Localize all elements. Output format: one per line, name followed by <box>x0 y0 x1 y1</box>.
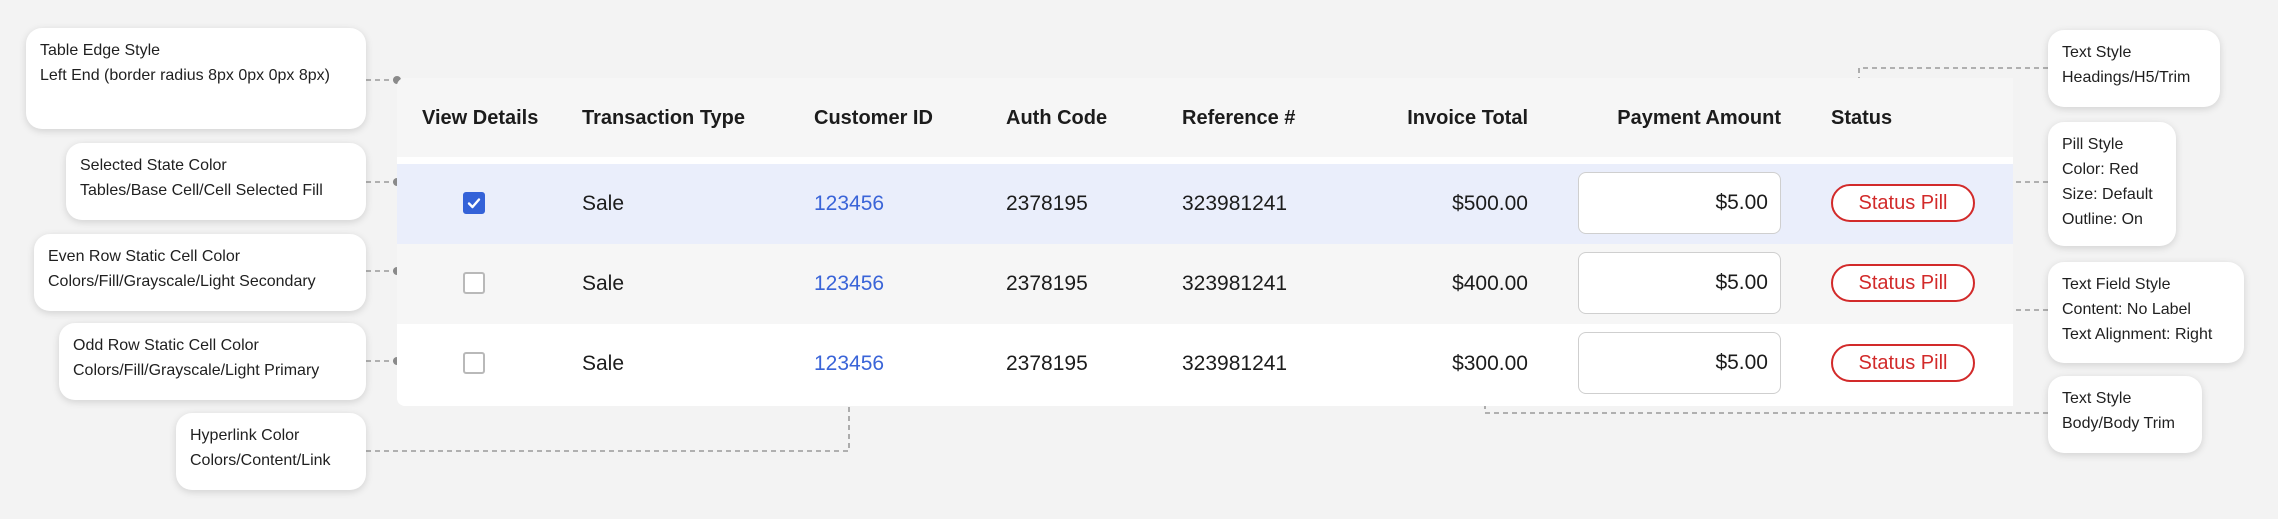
header-payment-amount: Payment Amount <box>1617 107 1781 129</box>
cell-reference: 323981241 <box>1182 352 1288 375</box>
cell-reference: 323981241 <box>1182 272 1288 295</box>
callout-detail: Colors/Content/Link <box>190 452 331 469</box>
customer-id-link[interactable]: 123456 <box>814 352 884 376</box>
callout-even-row-color: Even Row Static Cell Color Colors/Fill/G… <box>34 234 366 311</box>
header-auth-code: Auth Code <box>1006 107 1108 129</box>
table-row[interactable]: Sale 123456 2378195 323981241 $300.00 St… <box>397 324 2013 404</box>
status-pill: Status Pill <box>1831 264 1975 302</box>
callout-heading-text-style: Text Style Headings/H5/Trim <box>2048 30 2220 107</box>
callout-title: Hyperlink Color <box>190 427 300 444</box>
callout-title: Table Edge Style <box>40 42 161 59</box>
callout-detail: Color: Red <box>2062 161 2139 178</box>
callout-detail: Colors/Fill/Grayscale/Light Secondary <box>48 273 316 290</box>
cell-transaction-type: Sale <box>582 352 625 375</box>
cell-auth-code: 2378195 <box>1006 192 1088 215</box>
callout-detail: Headings/H5/Trim <box>2062 69 2191 86</box>
callout-detail: Tables/Base Cell/Cell Selected Fill <box>80 182 323 199</box>
table-row[interactable]: Sale 123456 2378195 323981241 $500.00 St… <box>397 164 2013 244</box>
header-transaction-type: Transaction Type <box>582 107 746 129</box>
row-select-checkbox[interactable] <box>463 352 485 374</box>
cell-auth-code: 2378195 <box>1006 272 1088 295</box>
cell-invoice-total: $500.00 <box>1452 192 1528 215</box>
callout-detail: Left End (border radius 8px 0px 0px 8px) <box>40 67 330 84</box>
header-status: Status <box>1831 107 1893 129</box>
header-view-details: View Details <box>422 107 539 129</box>
status-pill: Status Pill <box>1831 344 1975 382</box>
cell-reference: 323981241 <box>1182 192 1288 215</box>
table-row[interactable]: Sale 123456 2378195 323981241 $400.00 St… <box>397 244 2013 324</box>
callout-selected-state-color: Selected State Color Tables/Base Cell/Ce… <box>66 143 366 220</box>
callout-detail: Text Alignment: Right <box>2062 326 2213 343</box>
callout-title: Text Style <box>2062 44 2132 61</box>
callout-title: Odd Row Static Cell Color <box>73 337 259 354</box>
payment-amount-field[interactable] <box>1578 332 1781 394</box>
table-header-row: View Details Transaction Type Customer I… <box>397 78 2013 157</box>
callout-title: Text Style <box>2062 390 2132 407</box>
callout-pill-style: Pill Style Color: Red Size: Default Outl… <box>2048 122 2176 246</box>
header-reference: Reference # <box>1182 107 1296 129</box>
callout-odd-row-color: Odd Row Static Cell Color Colors/Fill/Gr… <box>59 323 366 400</box>
callout-table-edge-style: Table Edge Style Left End (border radius… <box>26 28 366 129</box>
cell-invoice-total: $300.00 <box>1452 352 1528 375</box>
callout-title: Pill Style <box>2062 136 2124 153</box>
callout-detail: Body/Body Trim <box>2062 415 2175 432</box>
checkmark-icon <box>467 198 481 209</box>
row-select-checkbox[interactable] <box>463 192 485 214</box>
cell-invoice-total: $400.00 <box>1452 272 1528 295</box>
callout-body-text-style: Text Style Body/Body Trim <box>2048 376 2202 453</box>
customer-id-link[interactable]: 123456 <box>814 272 884 296</box>
cell-transaction-type: Sale <box>582 272 625 295</box>
transactions-table: View Details Transaction Type Customer I… <box>397 78 2013 406</box>
callout-text-field-style: Text Field Style Content: No Label Text … <box>2048 262 2244 363</box>
header-customer-id: Customer ID <box>814 107 933 129</box>
header-invoice-total: Invoice Total <box>1407 107 1528 129</box>
row-select-checkbox[interactable] <box>463 272 485 294</box>
payment-amount-field[interactable] <box>1578 252 1781 314</box>
callout-detail: Size: Default <box>2062 186 2153 203</box>
callout-title: Even Row Static Cell Color <box>48 248 241 265</box>
callout-hyperlink-color: Hyperlink Color Colors/Content/Link <box>176 413 366 490</box>
payment-amount-field[interactable] <box>1578 172 1781 234</box>
callout-title: Selected State Color <box>80 157 227 174</box>
callout-detail: Outline: On <box>2062 211 2143 228</box>
customer-id-link[interactable]: 123456 <box>814 192 884 216</box>
cell-auth-code: 2378195 <box>1006 352 1088 375</box>
annotated-table-spec: View Details Transaction Type Customer I… <box>0 0 2278 519</box>
callout-title: Text Field Style <box>2062 276 2171 293</box>
callout-detail: Colors/Fill/Grayscale/Light Primary <box>73 362 320 379</box>
cell-transaction-type: Sale <box>582 192 625 215</box>
status-pill: Status Pill <box>1831 184 1975 222</box>
callout-detail: Content: No Label <box>2062 301 2191 318</box>
